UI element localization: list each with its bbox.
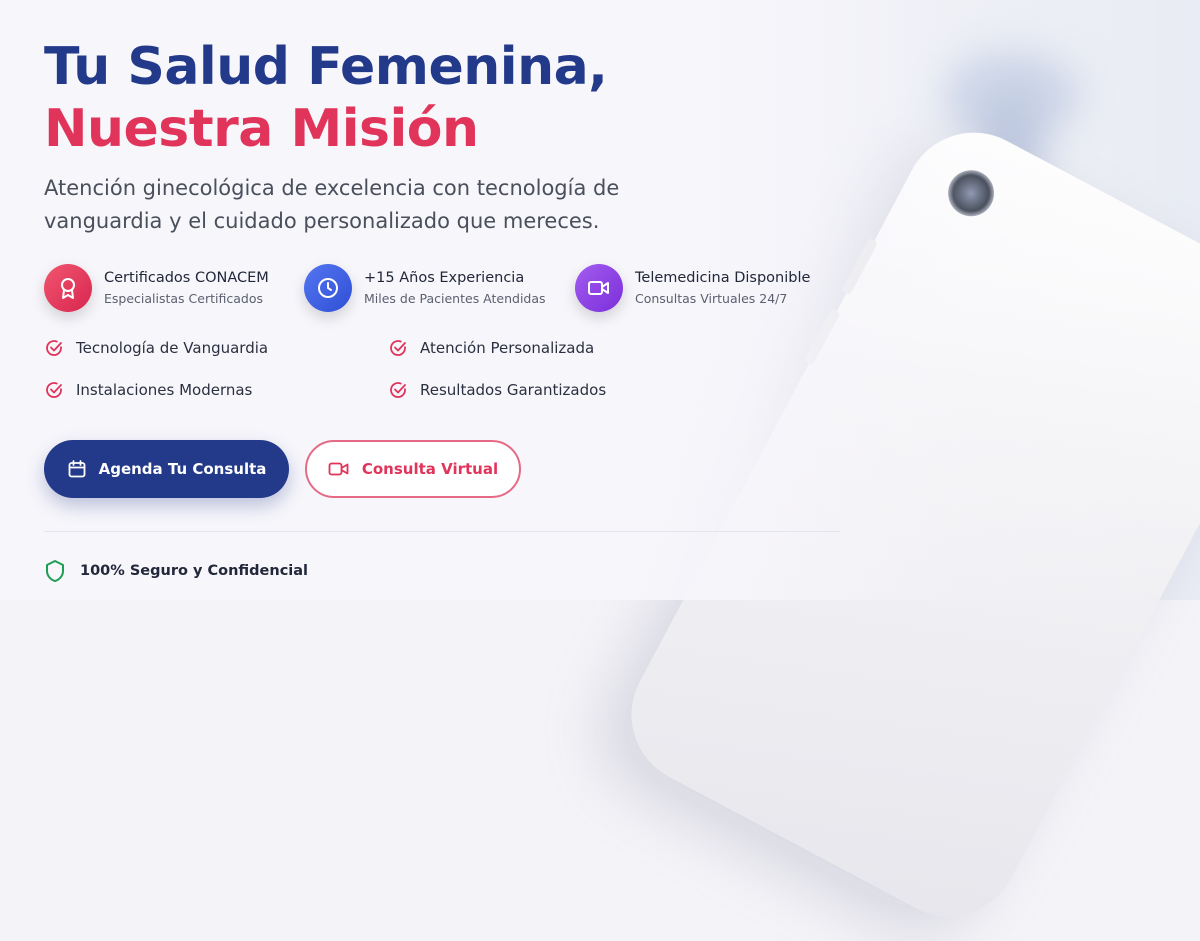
feature-title: Certificados CONACEM [104, 270, 269, 286]
feature-subtitle: Miles de Pacientes Atendidas [364, 291, 546, 306]
book-appointment-button[interactable]: Agenda Tu Consulta [44, 440, 289, 498]
check-circle-icon [46, 340, 62, 356]
checklist-label: Atención Personalizada [420, 339, 595, 357]
feature-subtitle: Consultas Virtuales 24/7 [635, 291, 788, 306]
clock-icon [304, 264, 352, 312]
feature-certified: Certificados CONACEM Especialistas Certi… [44, 264, 304, 312]
list-item: Tecnología de Vanguardia [44, 338, 388, 358]
book-appointment-label: Agenda Tu Consulta [98, 460, 267, 478]
security-badge: 100% Seguro y Confidencial [44, 559, 844, 583]
hero-title-line2: Nuestra Misión [44, 99, 479, 159]
check-circle-icon [46, 382, 62, 398]
feature-title: Telemedicina Disponible [635, 270, 811, 286]
hero-subtitle: Atención ginecológica de excelencia con … [44, 176, 620, 233]
feature-title: +15 Años Experiencia [364, 270, 525, 286]
checklist-label: Resultados Garantizados [420, 381, 607, 399]
list-item: Instalaciones Modernas [44, 380, 388, 400]
hero-title: Tu Salud Femenina, Nuestra Misión [44, 36, 844, 160]
cta-buttons: Agenda Tu Consulta Consulta Virtual [44, 440, 844, 498]
shield-icon [46, 560, 64, 582]
checklist-label: Tecnología de Vanguardia [76, 339, 269, 357]
video-icon [575, 264, 623, 312]
feature-list: Certificados CONACEM Especialistas Certi… [44, 264, 844, 312]
security-label: 100% Seguro y Confidencial [80, 563, 309, 579]
virtual-consult-label: Consulta Virtual [361, 460, 499, 478]
checklist-label: Instalaciones Modernas [76, 381, 253, 399]
feature-experience: +15 Años Experiencia Miles de Pacientes … [304, 264, 575, 312]
calendar-icon [68, 460, 85, 478]
video-icon [328, 462, 349, 476]
check-circle-icon [390, 340, 406, 356]
check-circle-icon [390, 382, 406, 398]
section-divider [44, 531, 840, 532]
list-item: Atención Personalizada [388, 338, 688, 358]
hero-title-line1: Tu Salud Femenina, [44, 37, 608, 97]
benefits-checklist: Tecnología de Vanguardia Atención Person… [44, 338, 844, 400]
award-icon [44, 264, 92, 312]
hero-content: Tu Salud Femenina, Nuestra Misión Atenci… [44, 36, 844, 583]
feature-telemedicine: Telemedicina Disponible Consultas Virtua… [575, 264, 835, 312]
feature-subtitle: Especialistas Certificados [104, 291, 263, 306]
list-item: Resultados Garantizados [388, 380, 688, 400]
virtual-consult-button[interactable]: Consulta Virtual [305, 440, 521, 498]
